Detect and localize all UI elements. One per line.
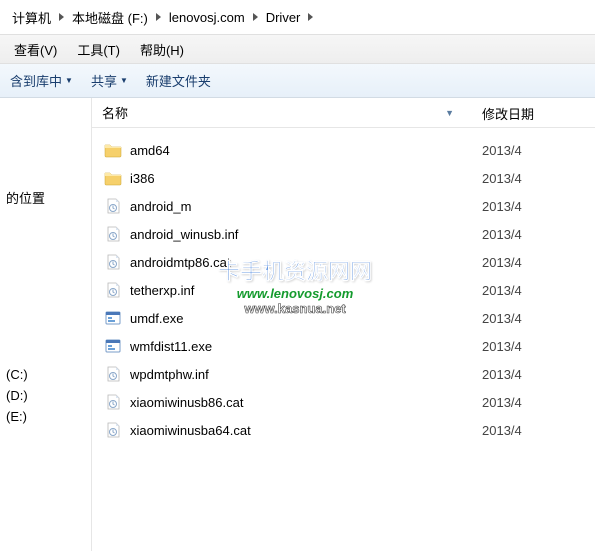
dropdown-arrow-icon: ▼ (120, 76, 128, 85)
file-name: xiaomiwinusba64.cat (130, 423, 251, 438)
column-date-label: 修改日期 (482, 107, 534, 122)
file-row[interactable]: xiaomiwinusb86.cat 2013/4 (92, 388, 595, 416)
toolbar: 含到库中▼ 共享▼ 新建文件夹 (0, 64, 595, 98)
breadcrumb-item-folder2[interactable]: Driver (262, 8, 305, 27)
menu-tools[interactable]: 工具(T) (71, 38, 126, 61)
include-label: 含到库中 (10, 71, 62, 90)
file-date: 2013/4 (472, 171, 595, 186)
file-row[interactable]: amd64 2013/4 (92, 136, 595, 164)
file-row[interactable]: androidmtp86.cat 2013/4 (92, 248, 595, 276)
folder-icon (104, 141, 122, 159)
newfolder-label: 新建文件夹 (146, 71, 211, 90)
menubar: 查看(V) 工具(T) 帮助(H) (0, 34, 595, 64)
share-button[interactable]: 共享▼ (91, 71, 128, 90)
column-header-name[interactable]: 名称 ▼ (92, 98, 472, 127)
file-name: tetherxp.inf (130, 283, 194, 298)
breadcrumb-item-drive[interactable]: 本地磁盘 (F:) (68, 6, 152, 29)
column-name-label: 名称 (102, 103, 128, 122)
chevron-right-icon[interactable] (59, 13, 64, 21)
inf-icon (104, 281, 122, 299)
file-row[interactable]: tetherxp.inf 2013/4 (92, 276, 595, 304)
file-row[interactable]: umdf.exe 2013/4 (92, 304, 595, 332)
breadcrumb: 计算机 本地磁盘 (F:) lenovosj.com Driver (0, 0, 595, 34)
file-name: wmfdist11.exe (130, 339, 212, 354)
share-label: 共享 (91, 71, 117, 90)
inf-icon (104, 225, 122, 243)
cat-icon (104, 421, 122, 439)
file-date: 2013/4 (472, 395, 595, 410)
chevron-right-icon[interactable] (253, 13, 258, 21)
file-name: xiaomiwinusb86.cat (130, 395, 243, 410)
sort-indicator-icon: ▼ (445, 108, 454, 118)
breadcrumb-item-computer[interactable]: 计算机 (8, 6, 55, 29)
sidebar: 的位置 (C:) (D:) (E:) (0, 98, 92, 551)
file-name: android_winusb.inf (130, 227, 238, 242)
column-headers: 名称 ▼ 修改日期 (92, 98, 595, 128)
cat-icon (104, 253, 122, 271)
file-name: i386 (130, 171, 155, 186)
file-date: 2013/4 (472, 339, 595, 354)
file-list: amd642013/4i3862013/4android_m2013/4andr… (92, 128, 595, 452)
file-row[interactable]: android_m 2013/4 (92, 192, 595, 220)
file-name: android_m (130, 199, 191, 214)
sidebar-drive-d[interactable]: (D:) (6, 388, 85, 403)
file-name: androidmtp86.cat (130, 255, 230, 270)
folder-icon (104, 169, 122, 187)
file-pane: 名称 ▼ 修改日期 amd642013/4i3862013/4android_m… (92, 98, 595, 551)
file-name: amd64 (130, 143, 170, 158)
file-date: 2013/4 (472, 255, 595, 270)
dropdown-arrow-icon: ▼ (65, 76, 73, 85)
exe-icon (104, 337, 122, 355)
chevron-right-icon[interactable] (308, 13, 313, 21)
file-row[interactable]: android_winusb.inf 2013/4 (92, 220, 595, 248)
sidebar-drive-c[interactable]: (C:) (6, 367, 85, 382)
file-date: 2013/4 (472, 311, 595, 326)
file-date: 2013/4 (472, 423, 595, 438)
file-row[interactable]: wmfdist11.exe 2013/4 (92, 332, 595, 360)
inf-icon (104, 365, 122, 383)
include-in-library-button[interactable]: 含到库中▼ (10, 71, 73, 90)
cat-icon (104, 393, 122, 411)
column-header-date[interactable]: 修改日期 (472, 98, 595, 127)
file-row[interactable]: i386 2013/4 (92, 164, 595, 192)
new-folder-button[interactable]: 新建文件夹 (146, 71, 211, 90)
menu-view[interactable]: 查看(V) (8, 38, 63, 61)
chevron-right-icon[interactable] (156, 13, 161, 21)
file-date: 2013/4 (472, 227, 595, 242)
file-name: wpdmtphw.inf (130, 367, 209, 382)
breadcrumb-item-folder1[interactable]: lenovosj.com (165, 8, 249, 27)
sidebar-drive-e[interactable]: (E:) (6, 409, 85, 424)
file-date: 2013/4 (472, 199, 595, 214)
cat-icon (104, 197, 122, 215)
file-date: 2013/4 (472, 367, 595, 382)
file-row[interactable]: xiaomiwinusba64.cat 2013/4 (92, 416, 595, 444)
exe-icon (104, 309, 122, 327)
file-name: umdf.exe (130, 311, 183, 326)
file-row[interactable]: wpdmtphw.inf 2013/4 (92, 360, 595, 388)
file-date: 2013/4 (472, 143, 595, 158)
menu-help[interactable]: 帮助(H) (134, 38, 190, 61)
sidebar-location-label: 的位置 (6, 188, 85, 207)
file-date: 2013/4 (472, 283, 595, 298)
